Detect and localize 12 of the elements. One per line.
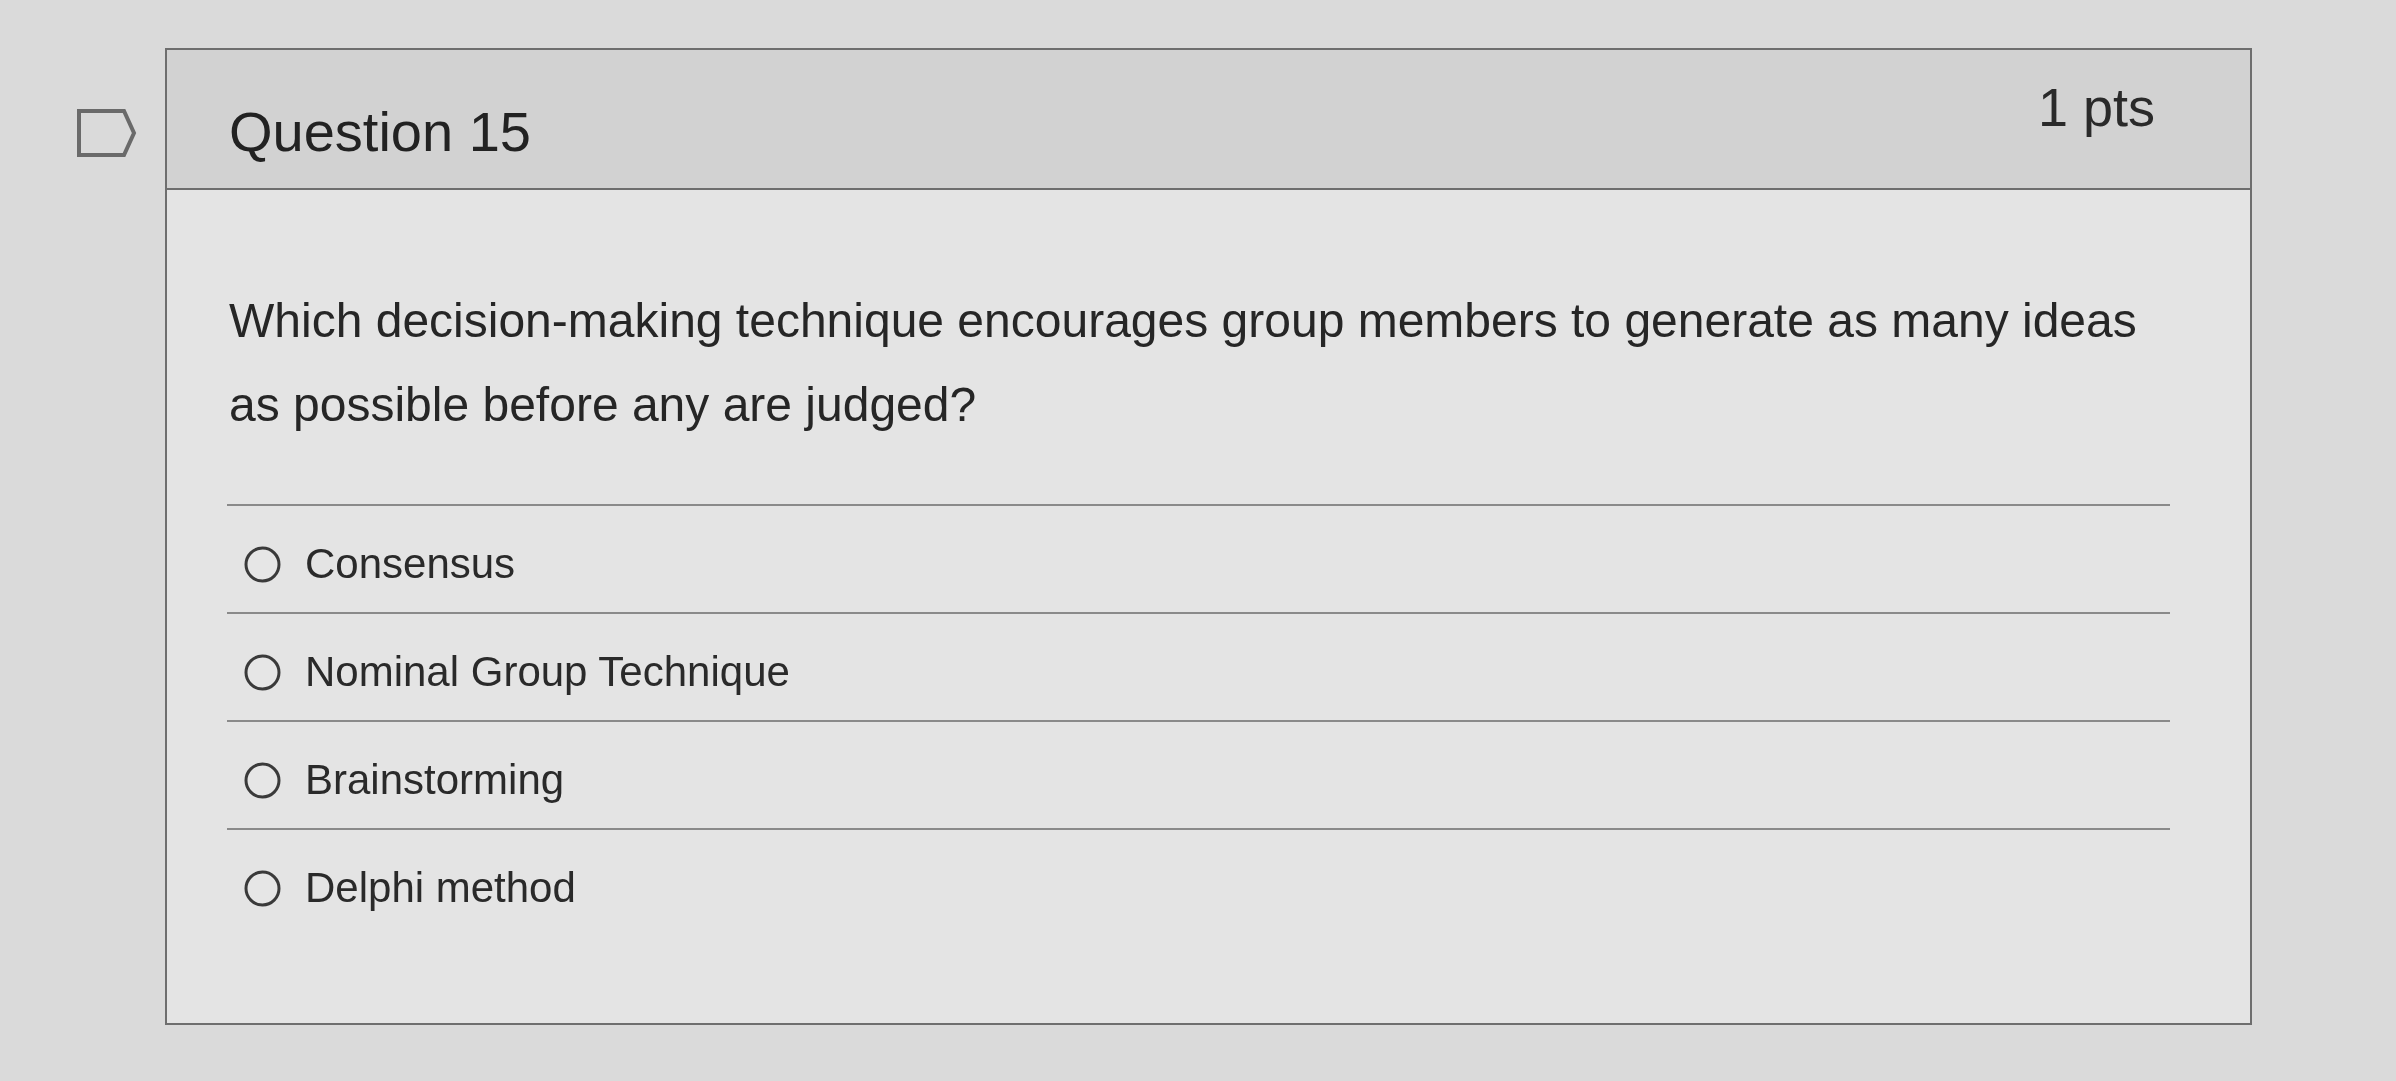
points-label: 1 pts (2037, 76, 2155, 137)
flag-icon[interactable] (76, 108, 138, 158)
radio-button[interactable] (244, 761, 281, 799)
question-title: Question 15 (229, 99, 531, 162)
answer-label[interactable]: Brainstorming (305, 757, 565, 803)
answer-label[interactable]: Nominal Group Technique (305, 649, 790, 695)
radio-button[interactable] (244, 869, 281, 907)
radio-button[interactable] (244, 653, 281, 691)
question-text: Which decision-making technique encourages group members to generate as many ideas as possible before any are judged? (229, 293, 2138, 433)
answer-label[interactable]: Consensus (305, 541, 516, 587)
answer-label[interactable]: Delphi method (305, 865, 576, 911)
radio-button[interactable] (244, 545, 281, 583)
